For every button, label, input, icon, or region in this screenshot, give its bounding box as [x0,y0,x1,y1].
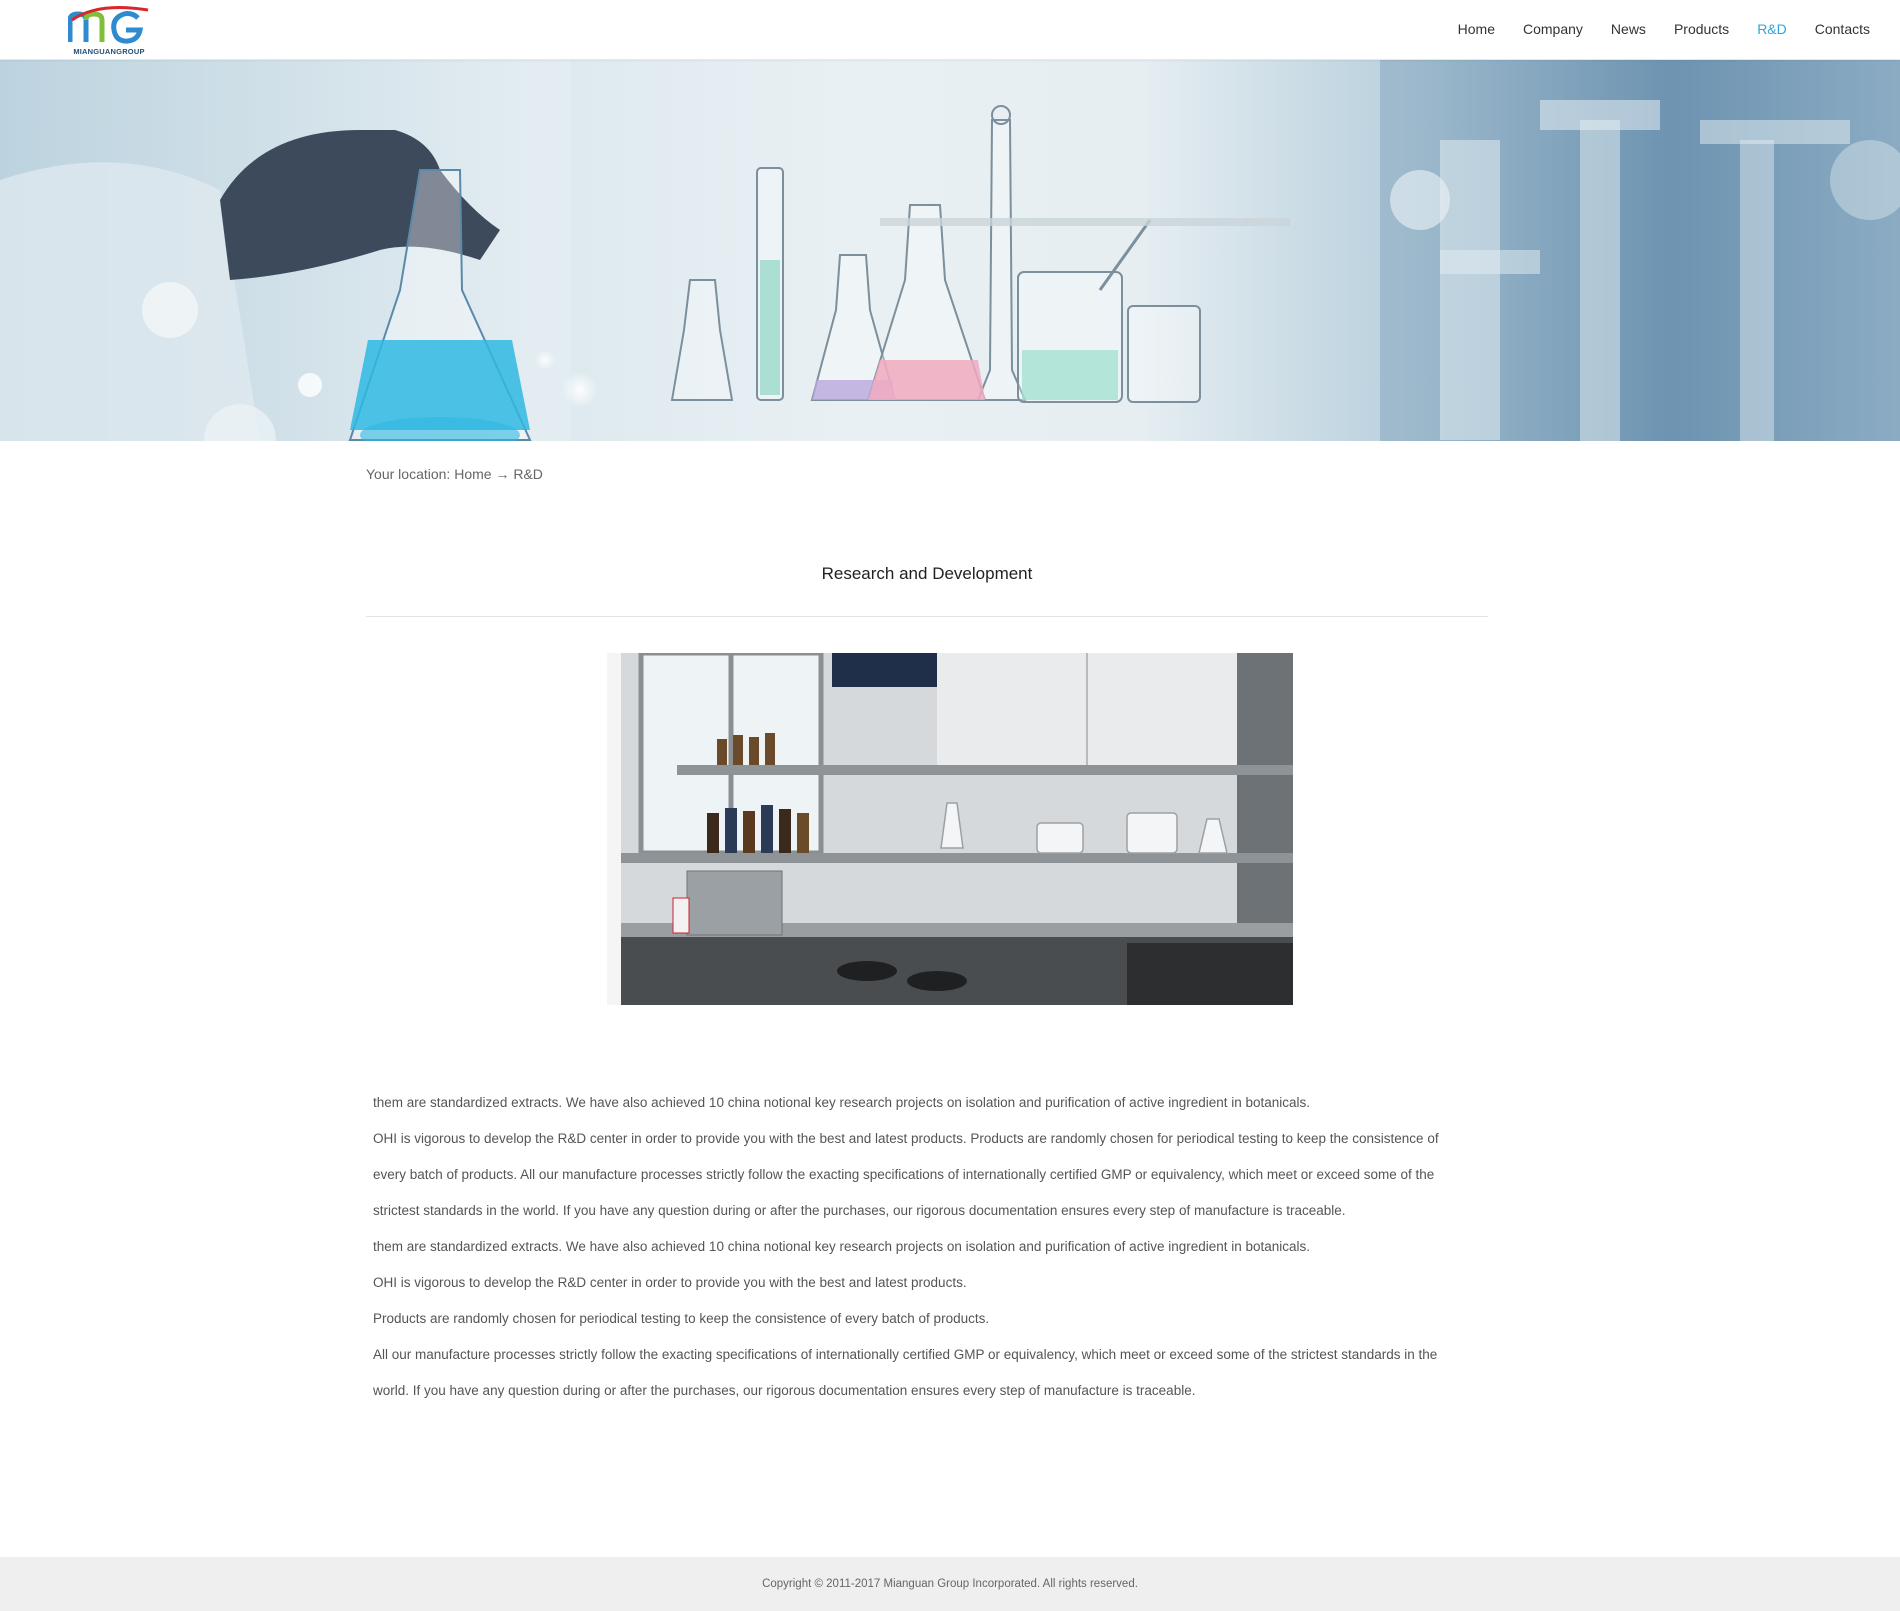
article-paragraph: Products are randomly chosen for periodi… [373,1311,990,1326]
breadcrumb: Your location: Home → R&D [366,466,543,482]
title-divider [366,616,1488,617]
article-paragraph: All our manufacture processes strictly f… [373,1347,1438,1362]
main-nav: Home Company News Products R&D Contacts [1430,0,1870,58]
breadcrumb-arrow-icon: → [495,466,510,482]
nav-home[interactable]: Home [1458,21,1495,37]
page-title: Research and Development [821,564,1033,583]
breadcrumb-prefix: Your location: [366,466,451,482]
lab-photo [607,653,1293,1005]
breadcrumb-home-link[interactable]: Home [454,466,491,482]
hero-banner-image [0,60,1900,441]
breadcrumb-current[interactable]: R&D [513,466,543,482]
article-paragraph: OHI is vigorous to develop the R&D cente… [373,1275,967,1290]
site-header: MIANGUANGROUP Home Company News Products… [0,0,1900,60]
article-paragraph: them are standardized extracts. We have … [373,1239,1311,1254]
nav-news[interactable]: News [1611,21,1646,37]
article-body: them are standardized extracts. We have … [373,1085,1493,1409]
copyright-text: Copyright © 2011-2017 Mianguan Group Inc… [762,1578,1138,1590]
article-paragraph: strictest standards in the world. If you… [373,1203,1346,1218]
nav-company[interactable]: Company [1523,21,1583,37]
logo-mark-icon [67,6,149,44]
nav-products[interactable]: Products [1674,21,1729,37]
article-paragraph: world. If you have any question during o… [373,1383,1196,1398]
laboratory-photo-image [607,653,1293,1005]
article-paragraph: OHI is vigorous to develop the R&D cente… [373,1131,1439,1146]
nav-contacts[interactable]: Contacts [1815,21,1870,37]
lab-glassware-illustration [0,60,1900,441]
site-footer: Copyright © 2011-2017 Mianguan Group Inc… [0,1557,1900,1611]
nav-rd[interactable]: R&D [1757,21,1787,37]
site-logo[interactable]: MIANGUANGROUP [67,6,150,56]
logo-text: MIANGUANGROUP [73,47,145,56]
article-paragraph: every batch of products. All our manufac… [373,1167,1435,1182]
article-paragraph: them are standardized extracts. We have … [373,1095,1311,1110]
